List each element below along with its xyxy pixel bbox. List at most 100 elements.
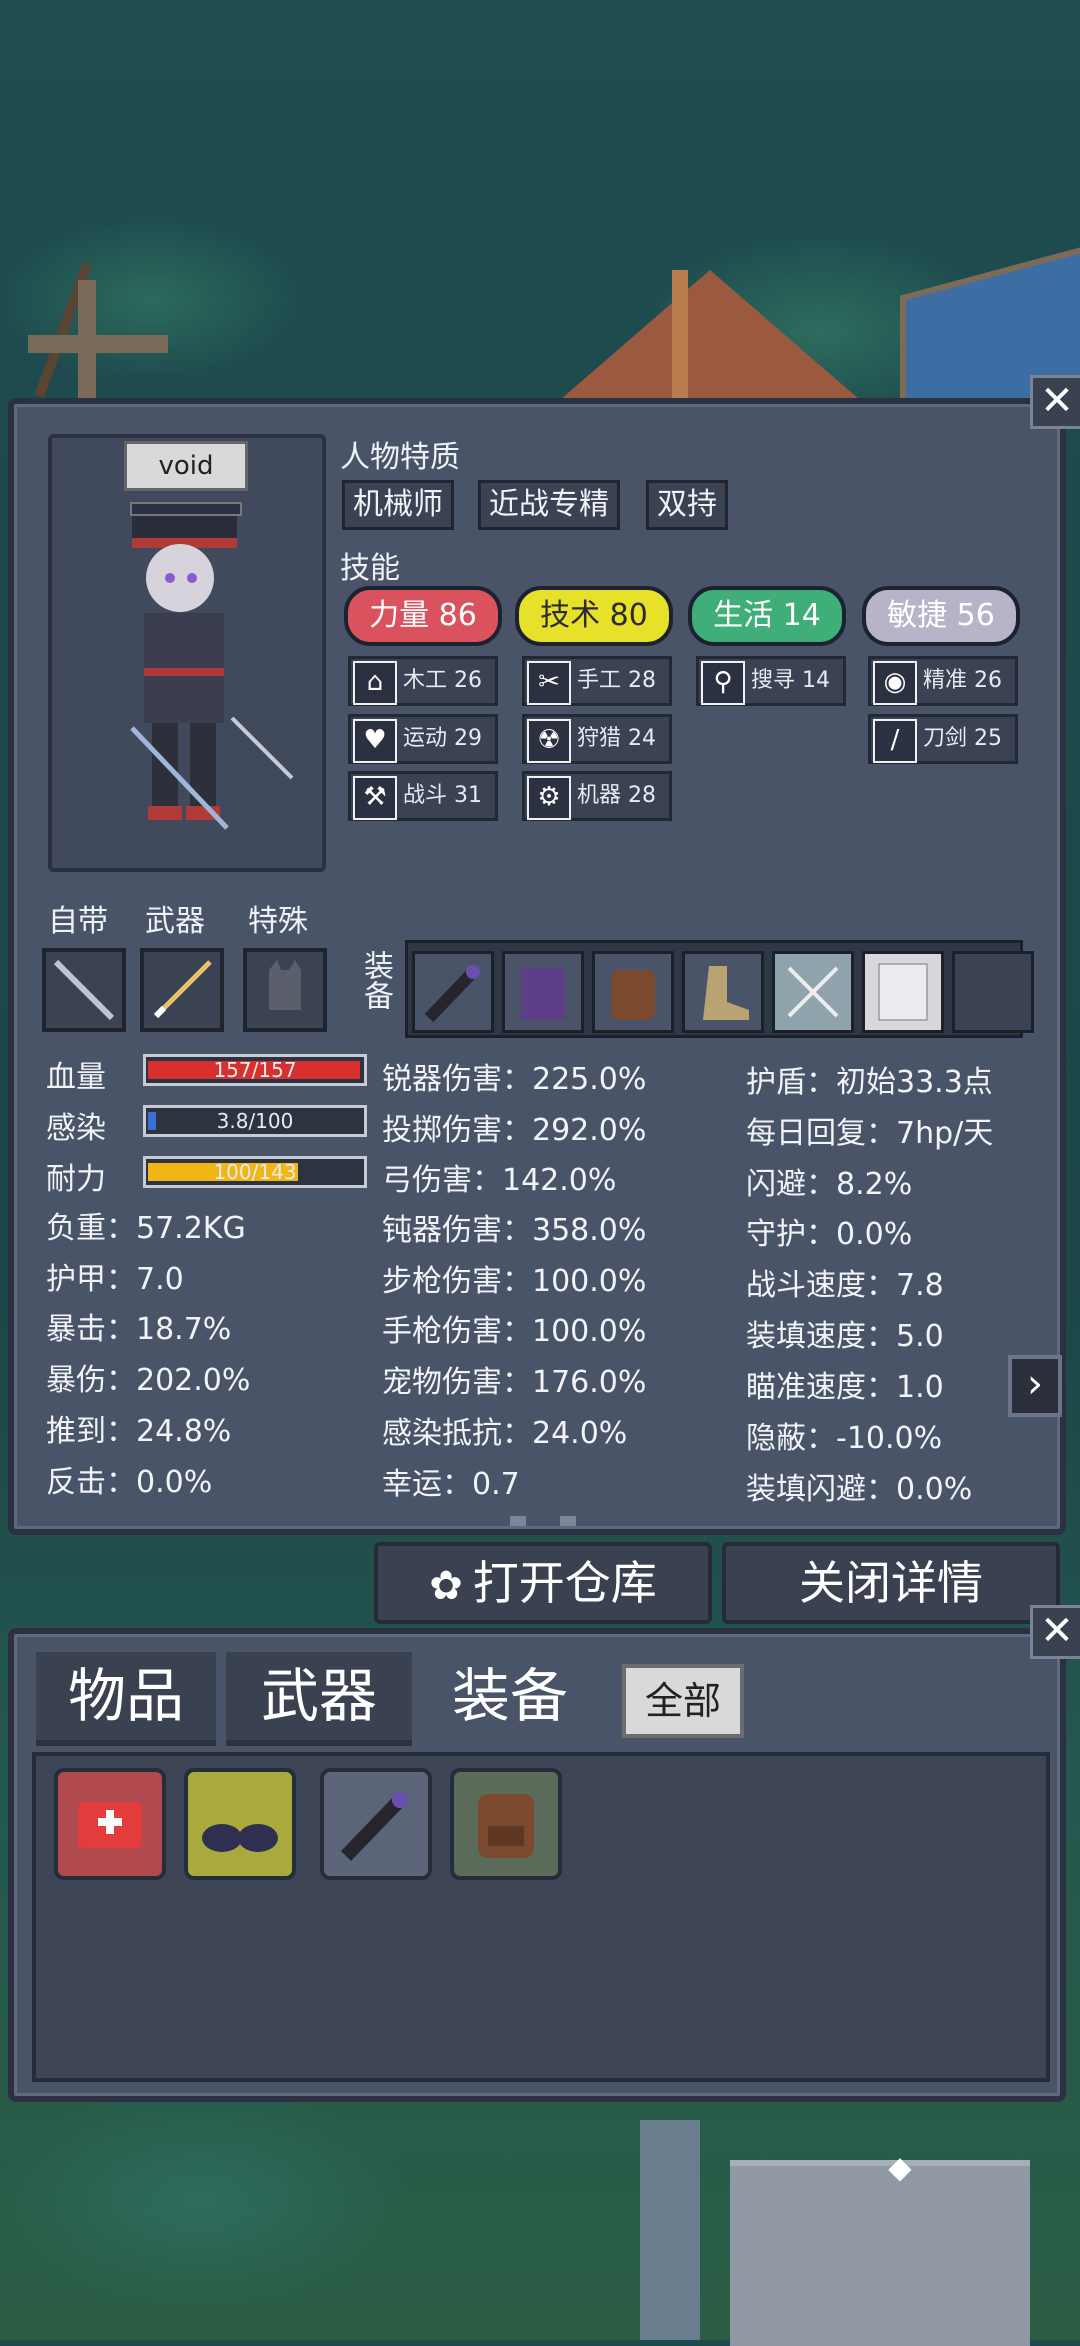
- infection-label: 感染: [46, 1111, 106, 1146]
- subskill-label: 运动 29: [403, 726, 482, 751]
- inventory-goggles[interactable]: [184, 1768, 296, 1880]
- hammer-icon: ⚒: [353, 776, 397, 820]
- subskill-machinery[interactable]: ⚙ 机器 28: [522, 771, 672, 821]
- stamina-label: 耐力: [46, 1162, 106, 1197]
- stat-knockdown: 推到：24.8%: [46, 1414, 232, 1449]
- equipment-bar: [405, 940, 1034, 1038]
- infection-value: 3.8/100: [216, 1109, 294, 1133]
- stat-bow-damage: 弓伤害：142.0%: [382, 1163, 617, 1198]
- health-label: 血量: [46, 1060, 106, 1095]
- equip-vest[interactable]: [502, 951, 584, 1033]
- subskill-searching[interactable]: ⚲ 搜寻 14: [696, 656, 846, 706]
- equip-flashlight[interactable]: [412, 951, 494, 1033]
- health-value: 157/157: [213, 1058, 297, 1082]
- page-indicator-1: [510, 1516, 526, 1526]
- stat-crit: 暴击：18.7%: [46, 1312, 232, 1347]
- trait-tag-mechanic[interactable]: 机械师: [342, 480, 454, 530]
- slot-label-special: 特殊: [248, 904, 308, 939]
- medkit-icon: [78, 1802, 142, 1848]
- tab-items[interactable]: 物品: [36, 1652, 216, 1746]
- eye-icon: ◉: [873, 661, 917, 705]
- equip-scissors[interactable]: [772, 951, 854, 1033]
- stat-blunt-damage: 钝器伤害：358.0%: [382, 1213, 647, 1248]
- stat-pistol-damage: 手枪伤害：100.0%: [382, 1314, 647, 1349]
- sword-icon: /: [873, 719, 917, 763]
- subskill-precision[interactable]: ◉ 精准 26: [868, 656, 1018, 706]
- stat-armor: 护甲：7.0: [46, 1262, 184, 1297]
- stat-combat-speed: 战斗速度：7.8: [746, 1268, 944, 1303]
- equip-empty[interactable]: [952, 951, 1034, 1033]
- skill-technique[interactable]: 技术 80: [515, 586, 673, 646]
- trait-tag-dual-wield[interactable]: 双持: [646, 480, 728, 530]
- flashlight-icon: [424, 965, 480, 1023]
- page-indicator-2: [560, 1516, 576, 1526]
- subskill-label: 木工 26: [403, 668, 482, 693]
- stamina-bar: 100/143: [143, 1156, 367, 1188]
- subskill-blades[interactable]: / 刀剑 25: [868, 714, 1018, 764]
- equip-chip[interactable]: [862, 951, 944, 1033]
- tab-equipment[interactable]: 装备: [420, 1652, 600, 1740]
- stat-infection-resist: 感染抵抗：24.0%: [382, 1416, 628, 1451]
- subskill-sports[interactable]: ♥ 运动 29: [348, 714, 498, 764]
- close-inventory-button[interactable]: ✕: [1030, 1605, 1080, 1659]
- stat-pet-damage: 宠物伤害：176.0%: [382, 1365, 647, 1400]
- map-pin-icon[interactable]: ⬥: [888, 2148, 912, 2188]
- open-storage-button[interactable]: ✿ 打开仓库: [374, 1542, 712, 1624]
- stat-dodge: 闪避：8.2%: [746, 1167, 913, 1202]
- subskill-label: 战斗 31: [403, 783, 482, 808]
- equip-backpack[interactable]: [592, 951, 674, 1033]
- open-storage-label: 打开仓库: [472, 1556, 657, 1610]
- subskill-label: 刀剑 25: [923, 726, 1002, 751]
- storage-icon: ✿: [429, 1563, 463, 1609]
- scissors-icon: ✂: [527, 661, 571, 705]
- stat-aim-speed: 瞄准速度：1.0: [746, 1370, 944, 1405]
- inventory-flashlight[interactable]: [320, 1768, 432, 1880]
- magnifier-icon: ⚲: [701, 661, 745, 705]
- subskill-hunting[interactable]: ☢ 狩猎 24: [522, 714, 672, 764]
- health-mini-bar: [130, 502, 242, 516]
- goggles-icon: [202, 1824, 278, 1852]
- filter-all-button[interactable]: 全部: [622, 1664, 744, 1738]
- subskill-label: 搜寻 14: [751, 668, 830, 693]
- backpack-icon: [611, 970, 655, 1020]
- stamina-value: 100/143: [213, 1160, 297, 1184]
- traits-heading: 人物特质: [340, 440, 460, 475]
- close-panel-button[interactable]: ✕: [1030, 375, 1080, 429]
- stat-luck: 幸运：0.7: [382, 1467, 520, 1502]
- stat-counter: 反击：0.0%: [46, 1465, 213, 1500]
- stat-crit-damage: 暴伤：202.0%: [46, 1363, 251, 1398]
- next-page-arrow[interactable]: ›: [1008, 1355, 1062, 1417]
- slot-label-innate: 自带: [48, 904, 108, 939]
- skill-life[interactable]: 生活 14: [688, 586, 846, 646]
- subskill-crafting[interactable]: ✂ 手工 28: [522, 656, 672, 706]
- subskill-label: 精准 26: [923, 668, 1002, 693]
- slot-label-weapon: 武器: [145, 904, 205, 939]
- infection-bar: 3.8/100: [143, 1105, 367, 1137]
- cat-icon: [269, 960, 301, 1010]
- stat-shield: 护盾：初始33.3点: [746, 1065, 993, 1100]
- subskill-carpentry[interactable]: ⌂ 木工 26: [348, 656, 498, 706]
- sword-icon: [153, 960, 212, 1019]
- vest-icon: [521, 968, 565, 1020]
- subskill-combat[interactable]: ⚒ 战斗 31: [348, 771, 498, 821]
- equip-boots[interactable]: [682, 951, 764, 1033]
- slot-special-pet[interactable]: [243, 948, 327, 1032]
- house-icon: ⌂: [353, 661, 397, 705]
- stat-reload-speed: 装填速度：5.0: [746, 1319, 944, 1354]
- stone-wall: [730, 2160, 1030, 2346]
- tab-weapons[interactable]: 武器: [226, 1652, 412, 1746]
- stat-throw-damage: 投掷伤害：292.0%: [382, 1113, 647, 1148]
- slot-innate-knife[interactable]: [42, 948, 126, 1032]
- knife-icon: [53, 959, 115, 1021]
- slot-weapon-sword[interactable]: [140, 948, 224, 1032]
- inventory-medkit[interactable]: [54, 1768, 166, 1880]
- close-details-button[interactable]: 关闭详情: [722, 1542, 1060, 1624]
- boot-icon: [703, 966, 749, 1020]
- tent-pole: [672, 270, 688, 400]
- trait-tag-melee[interactable]: 近战专精: [478, 480, 620, 530]
- character-name: void: [124, 441, 248, 491]
- inventory-backpack[interactable]: [450, 1768, 562, 1880]
- subskill-label: 狩猎 24: [577, 726, 656, 751]
- skill-agility[interactable]: 敏捷 56: [862, 586, 1020, 646]
- skill-strength[interactable]: 力量 86: [344, 586, 502, 646]
